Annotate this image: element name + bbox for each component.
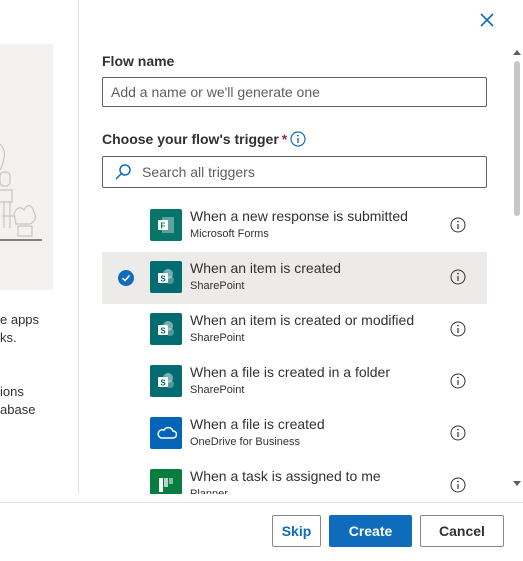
trigger-info-button[interactable] bbox=[290, 131, 306, 147]
trigger-item[interactable]: When a file is created OneDrive for Busin… bbox=[102, 408, 487, 460]
trigger-title: When a file is created bbox=[190, 416, 325, 432]
trigger-search-box[interactable] bbox=[102, 156, 487, 188]
robot-plant-illustration bbox=[0, 143, 42, 241]
scroll-up-button[interactable] bbox=[513, 48, 521, 56]
trigger-app: OneDrive for Business bbox=[190, 436, 301, 448]
trigger-item[interactable]: S When an item is created SharePoint bbox=[102, 252, 487, 304]
create-button[interactable]: Create bbox=[329, 515, 412, 547]
onedrive-icon bbox=[150, 417, 182, 449]
required-mark: * bbox=[281, 131, 288, 147]
search-input[interactable] bbox=[140, 163, 486, 181]
illustration bbox=[0, 44, 53, 290]
trigger-item[interactable]: F When a new response is submitted Microso… bbox=[102, 200, 487, 252]
sharepoint-icon: S bbox=[150, 313, 182, 345]
trigger-item[interactable]: S When a file is created in a folder Share… bbox=[102, 356, 487, 408]
trigger-app: Microsoft Forms bbox=[190, 228, 269, 240]
trigger-title: When an item is created bbox=[190, 260, 341, 276]
close-icon bbox=[480, 13, 494, 27]
info-icon[interactable] bbox=[450, 425, 466, 441]
info-icon bbox=[290, 131, 306, 147]
trigger-title: When an item is created or modified bbox=[190, 312, 415, 328]
trigger-label: Choose your flow's trigger * bbox=[102, 131, 287, 147]
scrollbar[interactable] bbox=[511, 44, 523, 494]
sharepoint-icon: S bbox=[150, 261, 182, 293]
info-icon[interactable] bbox=[450, 321, 466, 337]
left-panel: e apps ks. ions abase bbox=[0, 0, 79, 494]
trigger-title: When a task is assigned to me bbox=[190, 468, 381, 484]
search-icon bbox=[115, 164, 131, 180]
flow-name-input[interactable] bbox=[102, 77, 487, 107]
svg-text:F: F bbox=[161, 222, 166, 231]
left-description-2: ions abase bbox=[0, 384, 36, 417]
trigger-app: SharePoint bbox=[190, 384, 245, 396]
trigger-title: When a new response is submitted bbox=[190, 208, 408, 224]
info-icon[interactable] bbox=[450, 373, 466, 389]
forms-icon: F bbox=[150, 209, 182, 241]
sharepoint-icon: S bbox=[150, 365, 182, 397]
info-icon[interactable] bbox=[450, 217, 466, 233]
close-button[interactable] bbox=[477, 10, 497, 30]
info-icon[interactable] bbox=[450, 269, 466, 285]
info-icon[interactable] bbox=[450, 477, 466, 493]
scroll-thumb[interactable] bbox=[514, 61, 520, 216]
planner-icon bbox=[150, 469, 182, 494]
trigger-label-text: Choose your flow's trigger bbox=[102, 131, 279, 147]
trigger-list: F When a new response is submitted Microso… bbox=[102, 200, 487, 494]
svg-text:S: S bbox=[160, 275, 166, 284]
trigger-app: SharePoint bbox=[190, 280, 245, 292]
flow-name-label: Flow name bbox=[102, 53, 175, 69]
footer: Skip Create Cancel bbox=[0, 502, 523, 561]
scroll-down-button[interactable] bbox=[513, 480, 521, 488]
trigger-item[interactable]: When a task is assigned to me Planner bbox=[102, 460, 487, 494]
skip-button[interactable]: Skip bbox=[272, 515, 321, 547]
cancel-button[interactable]: Cancel bbox=[420, 515, 504, 547]
trigger-app: Planner bbox=[190, 488, 228, 494]
trigger-title: When a file is created in a folder bbox=[190, 364, 390, 380]
svg-text:S: S bbox=[160, 327, 166, 336]
caret-down-icon bbox=[513, 481, 521, 486]
left-description-1: e apps ks. bbox=[0, 312, 40, 345]
trigger-app: SharePoint bbox=[190, 332, 245, 344]
checkmark-icon bbox=[118, 270, 134, 286]
caret-up-icon bbox=[513, 50, 521, 55]
trigger-item[interactable]: S When an item is created or modified Shar… bbox=[102, 304, 487, 356]
svg-text:S: S bbox=[160, 379, 166, 388]
